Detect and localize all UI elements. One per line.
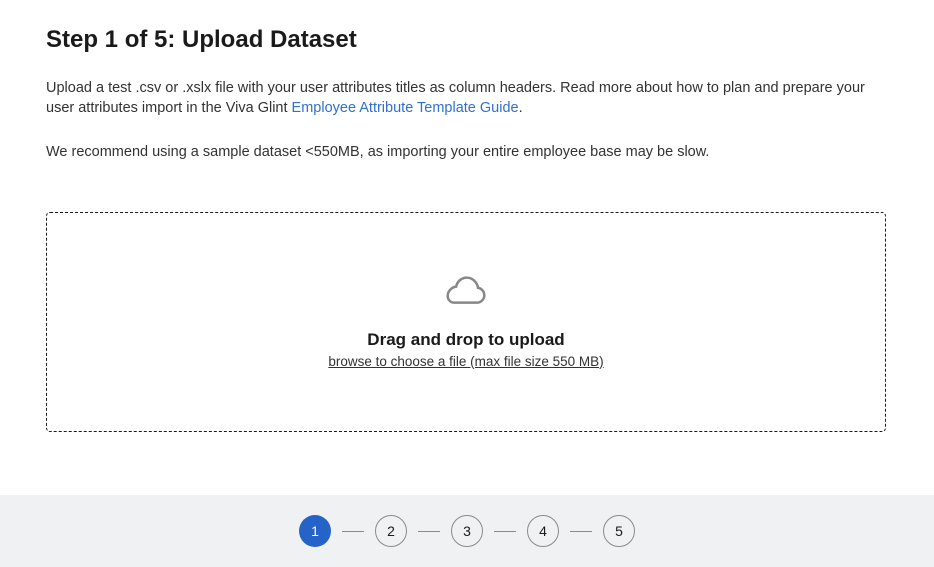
step-connector	[342, 531, 364, 532]
stepper: 1 2 3 4 5	[299, 515, 635, 547]
step-connector	[418, 531, 440, 532]
employee-attribute-guide-link[interactable]: Employee Attribute Template Guide	[292, 100, 519, 116]
dropzone-title: Drag and drop to upload	[367, 330, 564, 350]
step-5[interactable]: 5	[603, 515, 635, 547]
step-1[interactable]: 1	[299, 515, 331, 547]
description-outro: .	[519, 100, 523, 116]
step-connector	[570, 531, 592, 532]
step-4[interactable]: 4	[527, 515, 559, 547]
step-2[interactable]: 2	[375, 515, 407, 547]
step-3[interactable]: 3	[451, 515, 483, 547]
stepper-bar: 1 2 3 4 5	[0, 495, 934, 567]
step-connector	[494, 531, 516, 532]
dropzone-browse-link[interactable]: browse to choose a file (max file size 5…	[328, 354, 603, 369]
recommendation-text: We recommend using a sample dataset <550…	[46, 142, 888, 162]
page-title: Step 1 of 5: Upload Dataset	[46, 26, 888, 54]
cloud-upload-icon	[446, 276, 486, 316]
upload-dropzone[interactable]: Drag and drop to upload browse to choose…	[46, 212, 886, 432]
description-text: Upload a test .csv or .xslx file with yo…	[46, 78, 888, 118]
